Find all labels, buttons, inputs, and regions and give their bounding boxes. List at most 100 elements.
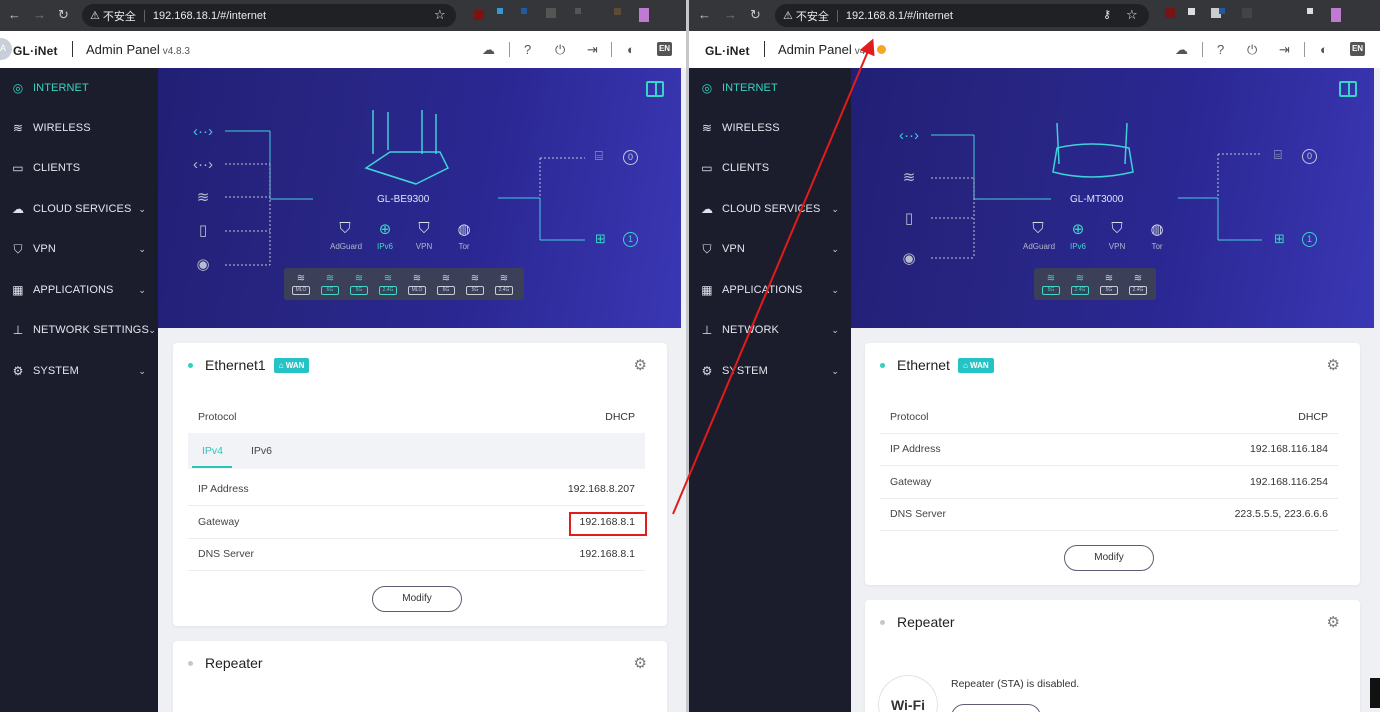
sidebar-item-clients[interactable]: ▭ CLIENTS xyxy=(0,148,158,188)
wifi-band-5g[interactable]: ≋ 5G xyxy=(1042,273,1060,295)
sidebar-item-internet[interactable]: ◎ INTERNET xyxy=(0,68,158,108)
theme-palette-icon[interactable]: ◐ xyxy=(1320,42,1328,57)
wireless-client-count[interactable]: 0 xyxy=(1302,149,1317,164)
wifi-icon[interactable]: ≋ xyxy=(898,167,920,189)
guest-wifi-band-5g[interactable]: ≋ 5G xyxy=(1100,273,1118,295)
extension-icon[interactable] xyxy=(1165,8,1175,18)
sidebar-item-system[interactable]: ⚙ SYSTEM ⌄ xyxy=(689,351,851,391)
help-icon[interactable]: ? xyxy=(524,42,531,57)
wired-client-count[interactable]: 1 xyxy=(623,232,638,247)
back-icon[interactable]: ← xyxy=(8,7,21,22)
tab-ipv6[interactable]: IPv6 xyxy=(251,445,272,457)
extension-icon[interactable] xyxy=(1188,8,1195,15)
help-icon[interactable]: ? xyxy=(1217,42,1224,57)
cloud-icon[interactable]: ☁ xyxy=(1175,42,1188,58)
logout-icon[interactable]: ⇥ xyxy=(1279,42,1290,58)
sidebar-item-applications[interactable]: ▦ APPLICATIONS ⌄ xyxy=(689,270,851,310)
wired-client-count[interactable]: 1 xyxy=(1302,232,1317,247)
sidebar-item-applications[interactable]: ▦ APPLICATIONS ⌄ xyxy=(0,270,158,310)
phone-tether-icon[interactable]: ▯ xyxy=(192,220,214,242)
modify-button[interactable]: Modify xyxy=(1064,545,1154,571)
wired-clients-icon[interactable]: ⊞ xyxy=(595,231,606,247)
sidebar-item-network-settings[interactable]: ⊥ NETWORK SETTINGS ⌄ xyxy=(0,310,158,350)
modify-button[interactable]: Modify xyxy=(372,586,462,612)
phone-tether-icon[interactable]: ▯ xyxy=(898,208,920,230)
reload-icon[interactable]: ↻ xyxy=(750,7,761,23)
gear-icon[interactable]: ⚙ xyxy=(634,356,647,374)
power-icon[interactable]: ⏻ xyxy=(1247,42,1257,58)
ethernet-icon[interactable]: ‹··› xyxy=(898,125,920,147)
ethernet-icon[interactable]: ‹··› xyxy=(192,154,214,176)
repeater-icon[interactable]: ◉ xyxy=(898,248,920,270)
ipv6-service[interactable]: ⊕ IPv6 xyxy=(370,220,400,251)
guest-wifi-band-6g[interactable]: ≋ 6G xyxy=(437,273,455,295)
repeater-button[interactable] xyxy=(951,704,1041,712)
sidebar-item-wireless[interactable]: ≋ WIRELESS xyxy=(0,108,158,148)
sidebar-item-cloud-services[interactable]: ☁ CLOUD SERVICES ⌄ xyxy=(0,189,158,229)
ethernet-icon[interactable]: ‹··› xyxy=(192,121,214,143)
extension-icon[interactable] xyxy=(614,8,621,15)
vpn-service[interactable]: ⛉ VPN xyxy=(1102,220,1132,251)
gear-icon[interactable]: ⚙ xyxy=(634,654,647,672)
cloud-icon[interactable]: ☁ xyxy=(482,42,495,58)
adguard-service[interactable]: ⛉ AdGuard xyxy=(1023,220,1055,251)
wifi-band-mlo[interactable]: ≋ MLO xyxy=(292,273,310,295)
brand-logo[interactable]: GL·iNet xyxy=(705,44,750,58)
scrollbar-thumb[interactable] xyxy=(1370,678,1380,708)
sidebar-item-cloud-services[interactable]: ☁ CLOUD SERVICES ⌄ xyxy=(689,189,851,229)
sidebar-item-clients[interactable]: ▭ CLIENTS xyxy=(689,148,851,188)
tor-service[interactable]: ◍ Tor xyxy=(1142,220,1172,251)
wired-clients-icon[interactable]: ⊞ xyxy=(1274,231,1285,247)
wifi-band-24g[interactable]: ≋ 2.4G xyxy=(379,273,397,295)
adguard-service[interactable]: ⛉ AdGuard xyxy=(330,220,362,251)
extension-icon[interactable] xyxy=(546,8,556,18)
gear-icon[interactable]: ⚙ xyxy=(1327,356,1340,374)
sidebar-item-vpn[interactable]: ⛉ VPN ⌄ xyxy=(0,229,158,269)
wifi-band-6g[interactable]: ≋ 6G xyxy=(321,273,339,295)
tor-service[interactable]: ◍ Tor xyxy=(449,220,479,251)
logout-icon[interactable]: ⇥ xyxy=(587,42,598,58)
extension-icon[interactable] xyxy=(497,8,503,14)
address-bar[interactable]: ⚠ 不安全 192.168.18.1/#/internet xyxy=(82,4,456,27)
sidebar-item-system[interactable]: ⚙ SYSTEM ⌄ xyxy=(0,351,158,391)
key-icon[interactable]: ⚷ xyxy=(1103,8,1111,21)
avatar[interactable]: A xyxy=(0,38,12,60)
guest-wifi-band-24g[interactable]: ≋ 2.4G xyxy=(1129,273,1147,295)
bookmark-star-icon[interactable]: ☆ xyxy=(434,7,446,23)
theme-palette-icon[interactable]: ◐ xyxy=(627,42,635,57)
forward-icon[interactable]: → xyxy=(724,7,737,22)
wireless-clients-icon[interactable]: ⌸ xyxy=(595,148,603,164)
address-bar[interactable]: ⚠ 不安全 192.168.8.1/#/internet xyxy=(775,4,1149,27)
brand-logo[interactable]: GL·iNet xyxy=(13,44,58,58)
sidebar-item-wireless[interactable]: ≋ WIRELESS xyxy=(689,108,851,148)
wireless-clients-icon[interactable]: ⌸ xyxy=(1274,147,1282,163)
wifi-icon[interactable]: ≋ xyxy=(192,187,214,209)
language-button[interactable]: EN xyxy=(657,42,672,56)
wireless-client-count[interactable]: 0 xyxy=(623,150,638,165)
extension-icon[interactable] xyxy=(1242,8,1252,18)
extension-icon[interactable] xyxy=(639,8,649,22)
repeater-icon[interactable]: ◉ xyxy=(192,254,214,276)
sidebar-item-internet[interactable]: ◎ INTERNET xyxy=(689,68,851,108)
sidebar-item-vpn[interactable]: ⛉ VPN ⌄ xyxy=(689,229,851,269)
extension-icon[interactable] xyxy=(1219,8,1225,14)
guest-wifi-band-5g[interactable]: ≋ 5G xyxy=(466,273,484,295)
tab-ipv4[interactable]: IPv4 xyxy=(202,445,223,457)
back-icon[interactable]: ← xyxy=(698,7,711,22)
power-icon[interactable]: ⏻ xyxy=(555,42,565,58)
extension-icon[interactable] xyxy=(474,10,484,20)
extension-icon[interactable] xyxy=(521,8,527,14)
extension-icon[interactable] xyxy=(1307,8,1313,14)
guest-wifi-band-mlo[interactable]: ≋ MLO xyxy=(408,273,426,295)
vpn-service[interactable]: ⛉ VPN xyxy=(409,220,439,251)
reload-icon[interactable]: ↻ xyxy=(58,7,69,23)
forward-icon[interactable]: → xyxy=(33,7,46,22)
extension-icon[interactable] xyxy=(575,8,581,14)
sidebar-item-network[interactable]: ⊥ NETWORK ⌄ xyxy=(689,310,851,350)
bookmark-star-icon[interactable]: ☆ xyxy=(1126,7,1138,23)
language-button[interactable]: EN xyxy=(1350,42,1365,56)
wifi-band-24g[interactable]: ≋ 2.4G xyxy=(1071,273,1089,295)
gear-icon[interactable]: ⚙ xyxy=(1327,613,1340,631)
extension-icon[interactable] xyxy=(1331,8,1341,22)
ipv6-service[interactable]: ⊕ IPv6 xyxy=(1063,220,1093,251)
